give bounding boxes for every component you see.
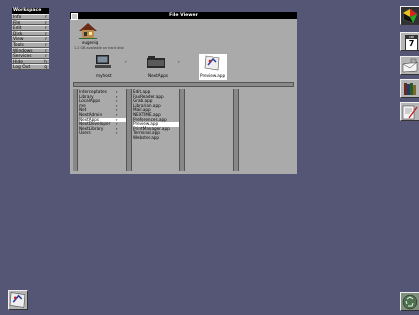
preview-app-miniwindow[interactable] [8,290,28,310]
path-arrow-icon: › [178,60,180,65]
preview-app-icon [9,292,26,308]
browser-entry-label: Users [79,130,91,136]
path-arrow-icon: › [125,60,127,65]
home-icon[interactable] [79,23,97,39]
column-scrollbar[interactable] [234,89,239,171]
folder-icon[interactable] [147,56,165,68]
dock-tile-mail[interactable] [400,56,419,75]
browser-entry[interactable]: Users r [79,131,126,136]
preview-app-icon[interactable] [204,55,221,71]
file-viewer-titlebar[interactable]: File Viewer [70,12,297,20]
books-icon [404,83,416,95]
file-viewer-window: File Viewer eugeniq 1.2 GB available on … [70,12,297,174]
browser-column [180,89,234,171]
calendar-icon: APR 7 [405,35,418,51]
dock-tile-librarian[interactable] [400,79,419,98]
submenu-arrow-icon: r [116,131,118,136]
window-title: File Viewer [169,13,198,18]
dock-tile-recycler[interactable] [400,292,419,311]
disk-info: 1.2 GB available on hard disk [74,45,124,50]
dock-tile-edit[interactable] [400,102,419,121]
horizontal-scroller[interactable] [73,81,294,87]
path-shelf: myhost › NextApps › Preview.app [73,54,294,81]
calendar-day: 7 [408,39,415,48]
nextstep-logo-icon [402,8,418,24]
shelf-label-nextapps: NextApps [148,73,169,78]
file-browser: Interceptates r Library r LocalApps r me r Net r N… [73,89,294,171]
dock-tile-nextstep[interactable] [400,6,419,25]
browser-column: Interceptates r Library r LocalApps r me r Net r N… [73,89,127,171]
browser-entry-label: Webster.app [133,135,160,140]
browser-column [234,89,294,171]
browser-column: Edit.app FaxReader.app Grab.app Librarian.a… [127,89,180,171]
miniaturize-button[interactable] [71,13,78,20]
recycler-icon [402,294,418,310]
menu-item-label: Log Out [13,65,31,71]
browser-entry[interactable]: Webster.app [133,135,179,141]
shelf-label-preview: Preview.app [200,73,226,78]
mail-icon [402,58,418,73]
menu-item-log-out[interactable]: Log Out q [12,64,49,70]
column-scrollbar[interactable] [73,89,78,171]
column-scrollbar[interactable] [127,89,132,171]
menu-item-shortcut: q [44,65,47,71]
dock-tile-calendar[interactable]: APR 7 [400,32,419,51]
edit-app-icon [402,105,418,120]
computer-icon[interactable] [95,55,111,69]
column-scrollbar[interactable] [180,89,185,171]
workspace-menu: Workspace Info r File r Edit r Disk r View r Tools… [12,8,49,70]
shelf-label-myhost: myhost [96,73,112,78]
